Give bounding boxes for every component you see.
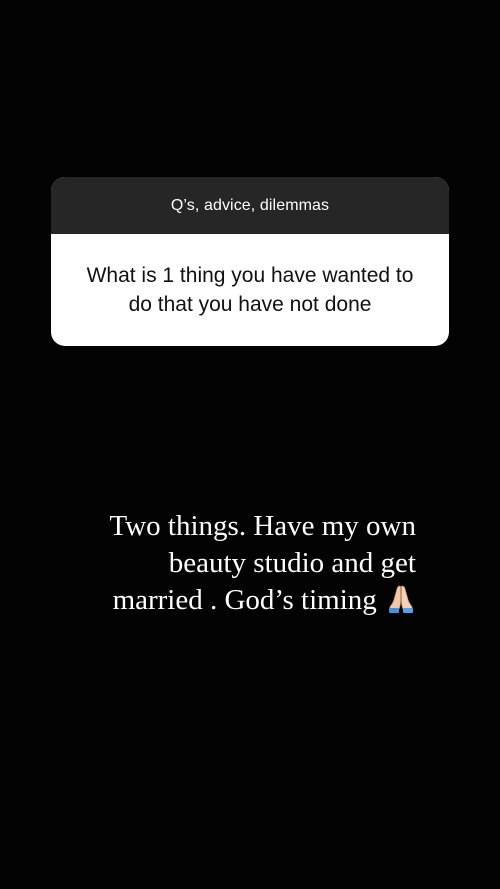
question-sticker[interactable]: Q’s, advice, dilemmas What is 1 thing yo… <box>51 177 449 346</box>
answer-line-2: beauty studio and get <box>168 547 416 579</box>
answer-line-3: married . God’s timing <box>112 584 377 616</box>
folded-hands-icon <box>386 583 416 613</box>
question-sticker-body: What is 1 thing you have wanted to do th… <box>51 234 449 346</box>
story-canvas: Q’s, advice, dilemmas What is 1 thing yo… <box>0 0 500 889</box>
question-text: What is 1 thing you have wanted to do th… <box>86 264 414 316</box>
answer-line-1: Two things. Have my own <box>109 510 416 542</box>
question-sticker-header: Q’s, advice, dilemmas <box>51 177 449 234</box>
answer-line-3-wrapper: married . God’s timing <box>60 582 416 619</box>
answer-text-block: Two things. Have my own beauty studio an… <box>60 508 416 619</box>
question-prompt: Q’s, advice, dilemmas <box>170 196 330 214</box>
